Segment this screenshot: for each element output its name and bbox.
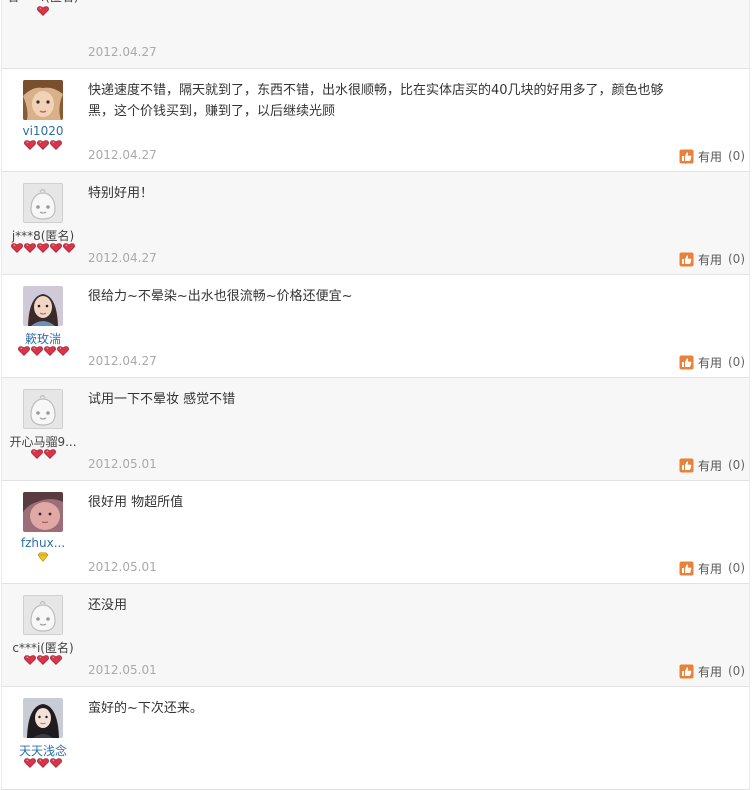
useful-count: (0): [728, 458, 745, 472]
heart-icon: [50, 135, 63, 154]
thumbs-up-icon: [679, 664, 698, 679]
review-row: 开心马骝9... 试用一下不晕妆 感觉不错 2012.05.01 有用 (0): [1, 378, 750, 481]
useful-button[interactable]: 有用 (0): [679, 663, 745, 679]
heart-icon: [43, 444, 56, 463]
heart-icon: [37, 238, 50, 257]
heart-icon: [50, 650, 63, 669]
review-date: 2012.05.01: [88, 457, 157, 471]
review-text: 很好用 物超所值: [88, 495, 184, 510]
heart-icon: [24, 650, 37, 669]
thumbs-up-icon: [679, 355, 698, 370]
thumbs-up-icon: [679, 149, 698, 164]
useful-count: (0): [728, 149, 745, 163]
default-avatar-icon: [23, 183, 63, 223]
review-date: 2012.04.27: [88, 45, 157, 59]
heart-icon: [24, 238, 37, 257]
diamond-icon: [37, 547, 50, 566]
useful-count: (0): [728, 561, 745, 575]
useful-count: (0): [728, 355, 745, 369]
heart-icon: [11, 238, 24, 257]
reviewer-rank: [2, 449, 84, 461]
useful-button[interactable]: 有用 (0): [679, 354, 745, 370]
review-date: 2012.04.27: [88, 354, 157, 368]
heart-icon: [37, 135, 50, 154]
reviewer-rank: [2, 6, 84, 18]
heart-icon: [30, 444, 43, 463]
review-row: c***i(匿名) 还没用 2012.05.01 有用 (0): [1, 584, 750, 687]
heart-icon: [37, 753, 50, 772]
useful-button[interactable]: 有用 (0): [679, 560, 745, 576]
user-avatar[interactable]: [23, 80, 63, 120]
review-date: 2012.04.27: [88, 148, 157, 162]
review-row: 合***4(匿名)2012.04.27: [1, 0, 750, 69]
heart-icon: [43, 341, 56, 360]
review-list: 合***4(匿名)2012.04.27vi1020快递速度不错，隔天就到了，东西…: [0, 0, 752, 790]
reviewer-rank: [2, 655, 84, 667]
review-text: 试用一下不晕妆 感觉不错: [88, 392, 236, 407]
heart-icon: [30, 341, 43, 360]
reviewer-rank: [2, 243, 84, 255]
user-avatar[interactable]: [23, 492, 63, 532]
heart-icon: [56, 341, 69, 360]
heart-icon: [63, 238, 76, 257]
useful-button[interactable]: 有用 (0): [679, 148, 745, 164]
heart-icon: [37, 1, 50, 20]
review-text: 还没用: [88, 598, 128, 613]
heart-icon: [50, 238, 63, 257]
useful-count: (0): [728, 252, 745, 266]
useful-label: 有用: [697, 561, 722, 576]
reviewer-rank: [2, 140, 84, 152]
review-row: 簌玫湍 很给力~不晕染~出水也很流畅~价格还便宜~ 2012.04.27 有用 (0): [1, 275, 750, 378]
default-avatar-icon: [23, 595, 63, 635]
useful-label: 有用: [697, 664, 722, 679]
heart-icon: [24, 753, 37, 772]
reviewer-rank: [2, 758, 84, 770]
review-row: j***8(匿名) 特别好用！ 2012.04.27 有用 (0): [1, 172, 750, 275]
reviewer-rank: [2, 346, 84, 358]
reviewer-rank: [2, 552, 84, 564]
review-date: 2012.04.27: [88, 251, 157, 265]
default-avatar-icon: [23, 389, 63, 429]
useful-button[interactable]: 有用 (0): [679, 457, 745, 473]
heart-icon: [50, 753, 63, 772]
heart-icon: [24, 135, 37, 154]
useful-label: 有用: [697, 252, 722, 267]
useful-label: 有用: [697, 149, 722, 164]
useful-label: 有用: [697, 355, 722, 370]
review-row: fzhux... 很好用 物超所值 2012.05.01 有用 (0): [1, 481, 750, 584]
review-text: 特别好用！: [88, 186, 154, 201]
thumbs-up-icon: [679, 252, 698, 267]
review-row: 天天浅念 蛮好的~下次还来。: [1, 687, 750, 790]
useful-count: (0): [728, 664, 745, 678]
thumbs-up-icon: [679, 561, 698, 576]
review-row: vi1020 快递速度不错，隔天就到了，东西不错，出水很顺畅，比在实体店买的40几…: [1, 69, 750, 172]
heart-icon: [17, 341, 30, 360]
user-avatar[interactable]: [23, 286, 63, 326]
useful-button[interactable]: 有用 (0): [679, 251, 745, 267]
user-avatar[interactable]: [23, 698, 63, 738]
review-text: 很给力~不晕染~出水也很流畅~价格还便宜~: [88, 289, 353, 304]
useful-label: 有用: [697, 458, 722, 473]
heart-icon: [37, 650, 50, 669]
review-text: 蛮好的~下次还来。: [88, 701, 203, 716]
review-text: 快递速度不错，隔天就到了，东西不错，出水很顺畅，比在实体店买的40几块的好用多了…: [88, 83, 664, 119]
thumbs-up-icon: [679, 458, 698, 473]
review-date: 2012.05.01: [88, 560, 157, 574]
review-date: 2012.05.01: [88, 663, 157, 677]
